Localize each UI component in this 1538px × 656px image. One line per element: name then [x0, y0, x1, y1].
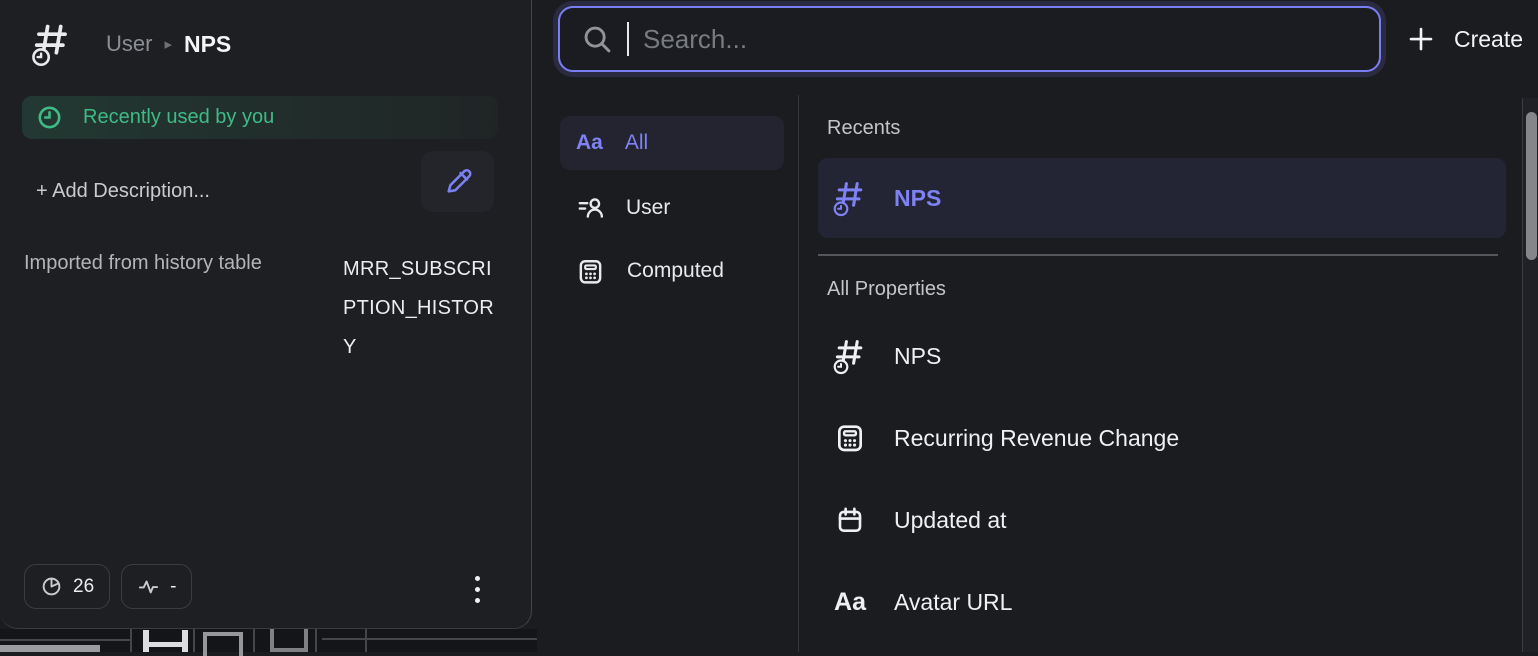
property-item-avatar-url[interactable]: Aa Avatar URL — [818, 578, 1506, 626]
number-clock-icon — [832, 178, 868, 218]
calculator-icon — [832, 422, 868, 454]
user-properties-icon — [576, 194, 604, 222]
calculator-icon — [576, 257, 605, 286]
recently-used-label: Recently used by you — [83, 106, 274, 129]
clock-icon — [36, 104, 63, 131]
filter-tab-all[interactable]: Aa All — [560, 116, 784, 170]
imported-from-label: Imported from history table — [24, 252, 262, 275]
property-picker-screen: User ▸ NPS Recently used by you + Add De… — [0, 0, 1538, 652]
recents-header: Recents — [827, 117, 900, 140]
breadcrumb: User ▸ NPS — [106, 31, 231, 58]
property-details-panel: User ▸ NPS Recently used by you + Add De… — [0, 0, 532, 629]
background-table-fragment — [0, 629, 537, 652]
property-item-label: Updated at — [894, 507, 1007, 534]
background-glyph — [143, 630, 188, 652]
number-clock-icon — [30, 20, 74, 68]
trend-value: - — [170, 576, 176, 598]
search-input[interactable] — [643, 24, 1379, 55]
property-item-label: NPS — [894, 343, 941, 370]
panel-footer: 26 - — [24, 564, 192, 609]
property-item-nps[interactable]: NPS — [818, 332, 1506, 380]
filter-tab-user[interactable]: User — [560, 188, 784, 228]
background-glyph — [270, 629, 308, 652]
text-cursor — [627, 22, 629, 56]
breadcrumb-current: NPS — [184, 31, 231, 58]
recent-item-nps[interactable]: NPS — [818, 158, 1506, 238]
background-line — [130, 629, 132, 652]
filter-tab-all-label: All — [625, 131, 648, 155]
scrollbar-thumb[interactable] — [1526, 112, 1537, 260]
breadcrumb-parent[interactable]: User — [106, 31, 152, 57]
recently-used-badge: Recently used by you — [22, 96, 498, 139]
sample-count-value: 26 — [73, 576, 94, 598]
property-item-recurring-revenue-change[interactable]: Recurring Revenue Change — [818, 414, 1506, 462]
edit-description-button[interactable] — [421, 151, 494, 212]
filter-tab-computed[interactable]: Computed — [560, 248, 784, 294]
background-line — [365, 629, 367, 652]
pie-chart-icon — [40, 575, 63, 598]
filter-tab-user-label: User — [626, 196, 670, 220]
text-type-icon: Aa — [832, 588, 868, 617]
background-glyph — [203, 632, 243, 656]
recent-item-label: NPS — [894, 185, 941, 212]
background-line — [322, 638, 537, 640]
all-properties-header: All Properties — [827, 278, 946, 301]
number-clock-icon — [832, 336, 868, 376]
add-description-field[interactable]: + Add Description... — [36, 180, 210, 203]
search-icon — [582, 24, 613, 55]
horizontal-scrollbar[interactable] — [0, 645, 100, 652]
create-button-label: Create — [1454, 26, 1523, 53]
background-line — [0, 639, 130, 641]
sample-count-button[interactable]: 26 — [24, 564, 110, 609]
create-button[interactable]: Create — [1400, 14, 1529, 64]
panel-header: User ▸ NPS — [30, 18, 231, 70]
property-item-updated-at[interactable]: Updated at — [818, 496, 1506, 544]
background-line — [253, 629, 255, 652]
property-item-label: Avatar URL — [894, 589, 1012, 616]
filter-tab-computed-label: Computed — [627, 259, 724, 283]
search-bar[interactable] — [558, 6, 1381, 72]
plus-icon — [1406, 24, 1436, 54]
kebab-icon — [475, 576, 480, 581]
calendar-icon — [832, 505, 868, 535]
trend-button[interactable]: - — [121, 564, 192, 609]
background-line — [193, 629, 195, 652]
more-options-button[interactable] — [460, 568, 494, 610]
pulse-icon — [137, 575, 160, 598]
imported-table-value: MRR_SUBSCRIPTION_HISTORY — [343, 250, 501, 367]
section-divider — [818, 254, 1498, 256]
background-line — [315, 629, 317, 652]
vertical-divider — [798, 95, 799, 652]
text-type-icon: Aa — [576, 131, 603, 155]
pencil-icon — [442, 166, 474, 198]
breadcrumb-separator-icon: ▸ — [164, 35, 172, 53]
property-item-label: Recurring Revenue Change — [894, 425, 1179, 452]
